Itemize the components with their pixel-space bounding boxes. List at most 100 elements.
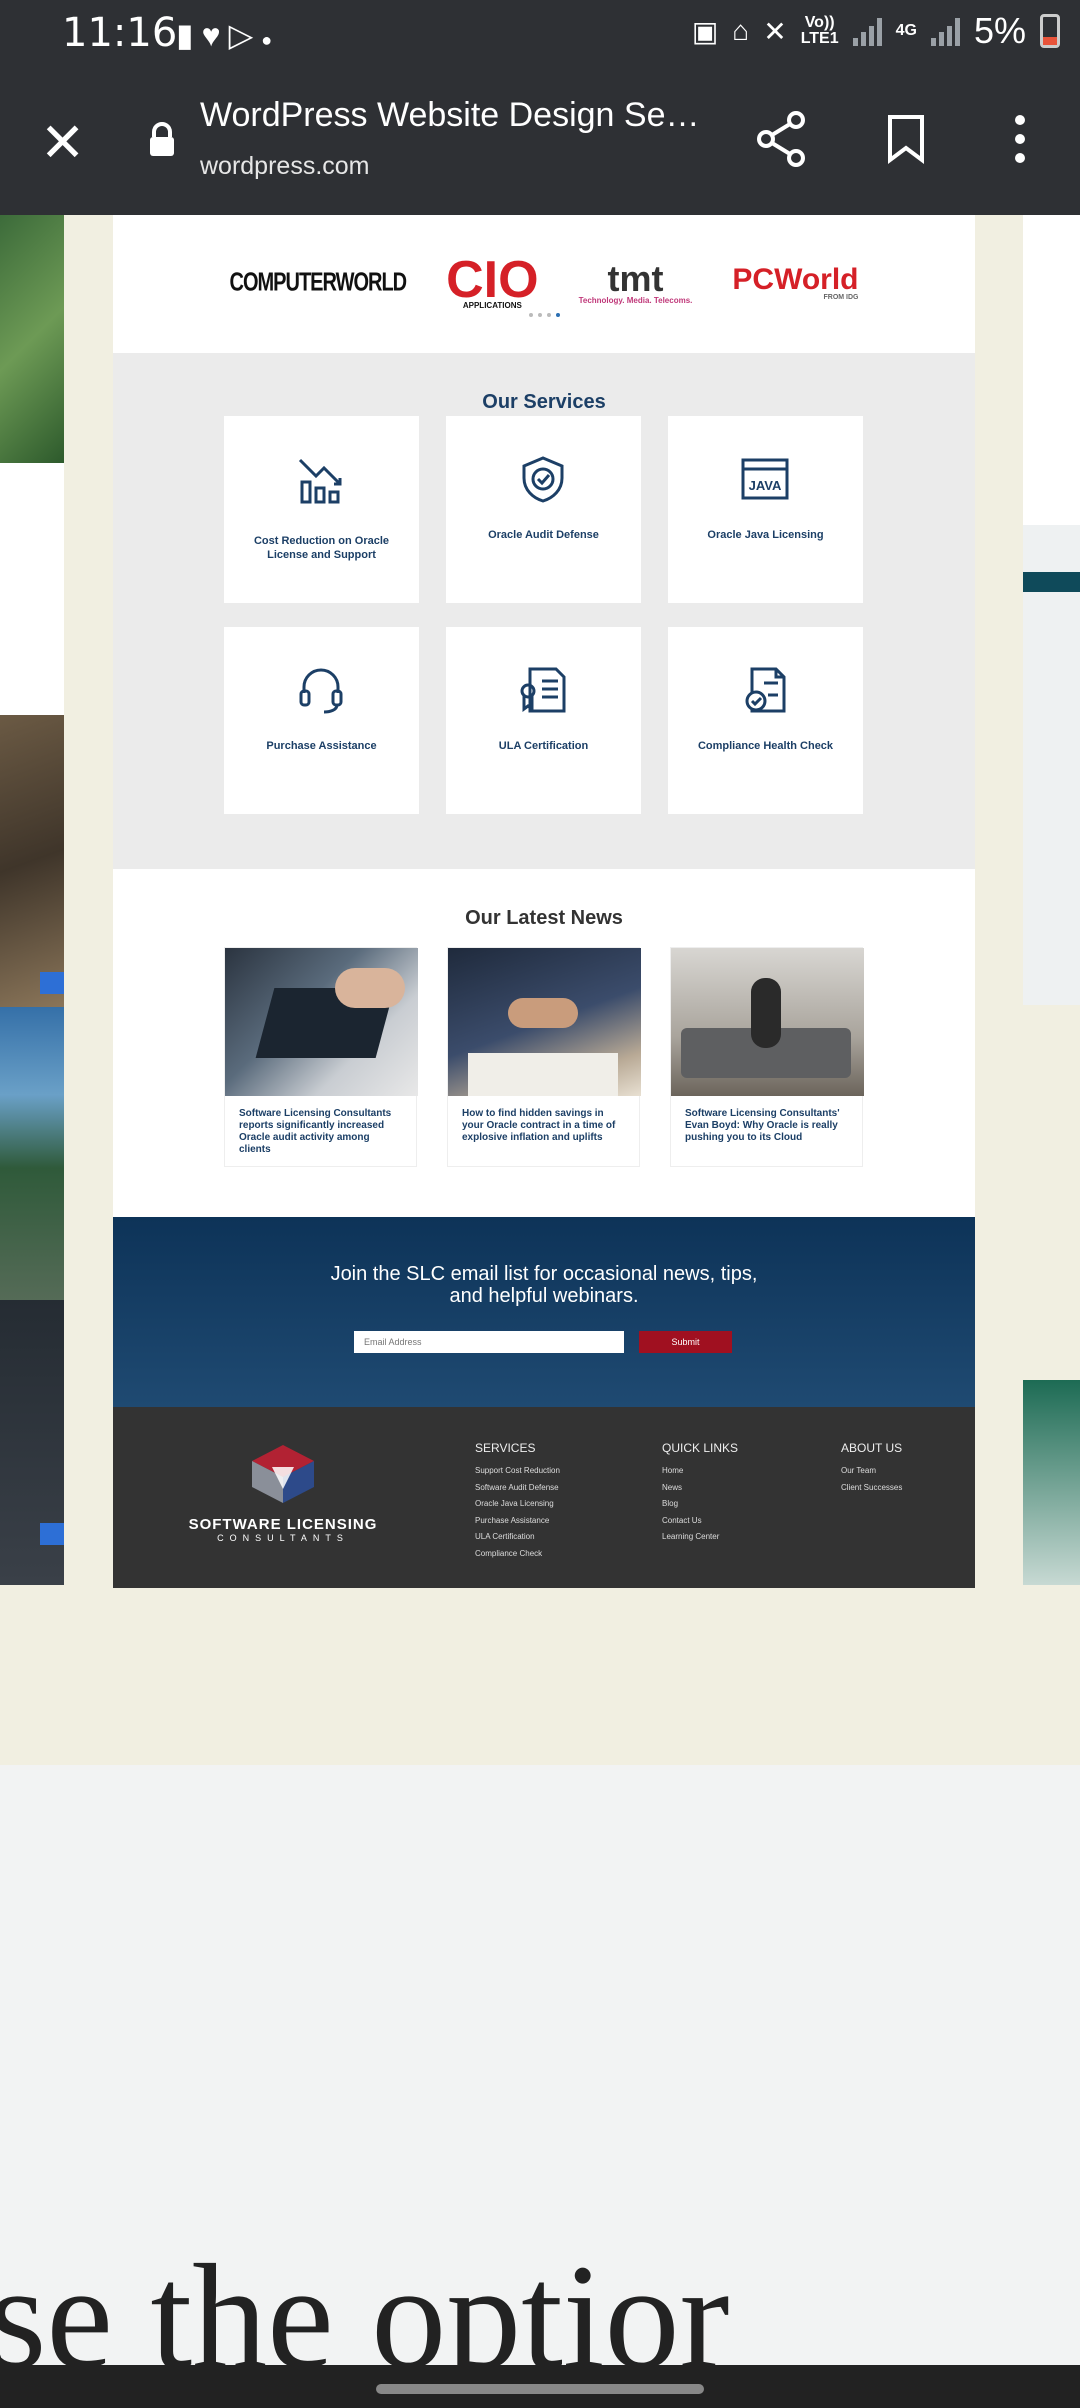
carousel-dots[interactable] [529,313,560,317]
java-icon: JAVA [741,458,789,500]
footer-link[interactable]: Compliance Check [475,1546,560,1563]
gesture-handle[interactable] [376,2384,704,2394]
news-caption: How to find hidden savings in your Oracl… [462,1108,616,1143]
system-icons: ▣ ⌂ ✕ Vo)) LTE1 4G 5% [692,10,1060,52]
news-card-3[interactable]: Software Licensing Consultants' Evan Boy… [670,947,864,1167]
footer-link[interactable]: Software Audit Defense [475,1480,560,1497]
news-caption: Software Licensing Consultants' Evan Boy… [685,1108,840,1143]
custom-tab-toolbar: ✕ WordPress Website Design Ser... wordpr… [0,70,1080,215]
right-green-image [1023,1380,1080,1585]
right-preview-strip[interactable] [1023,215,1080,1585]
pcworld-logo: PCWorld FROM IDG [732,262,859,301]
rock-image [0,715,64,1007]
right-header-bar [1023,572,1080,592]
footer-link[interactable]: Learning Center [662,1529,738,1546]
service-card-java-licensing[interactable]: JAVA Oracle Java Licensing [668,416,863,603]
footer-link[interactable]: Our Team [841,1463,902,1480]
news-image-handshake [448,948,641,1096]
document-check-icon [745,667,786,713]
email-input[interactable] [354,1331,624,1353]
news-card-1[interactable]: Software Licensing Consultants reports s… [224,947,418,1167]
site-preview[interactable]: COMPUTERWORLD CIO APPLICATIONS tmt Technol… [113,215,975,1588]
partial-heading: se the optior [0,2234,730,2365]
service-label: ULA Certification [498,740,589,752]
service-card-ula-certification[interactable]: ULA Certification [446,627,641,814]
dot-icon: ● [261,30,281,50]
certificate-icon [520,667,566,713]
brand-sub: CONSULTANTS [217,1533,349,1543]
footer-link[interactable]: Purchase Assistance [475,1513,560,1530]
page-url[interactable]: wordpress.com [200,152,370,181]
arrow-button-1[interactable] [40,972,64,994]
navigation-bar [0,2365,1080,2408]
brand-name: SOFTWARE LICENSING [188,1516,378,1533]
footer-services: SERVICES Support Cost Reduction Software… [475,1441,560,1562]
footer-heading: ABOUT US [841,1441,903,1455]
share-icon[interactable] [756,110,808,168]
footer-link[interactable]: Client Successes [841,1480,902,1497]
page-title[interactable]: WordPress Website Design Ser... [200,96,700,135]
computerworld-logo: COMPUTERWORLD [229,268,408,298]
footer-link[interactable]: Home [662,1463,738,1480]
battery-saver-icon: ▣ [691,15,719,47]
status-bar: 11:16 ▮♥▷● ▣ ⌂ ✕ Vo)) LTE1 4G 5% [0,0,1080,70]
play-store-icon: ▷ [228,17,262,53]
footer-about: ABOUT US Our Team Client Successes [841,1441,902,1496]
news-caption: Software Licensing Consultants reports s… [239,1108,392,1155]
pocket-icon: ♥ [201,17,229,53]
shield-check-icon [522,456,564,503]
news-section: Our Latest News Software Licensing Consu… [113,869,975,1217]
right-blank [1023,215,1080,525]
footer-quick-links: QUICK LINKS Home News Blog Contact Us Le… [662,1441,738,1546]
battery-icon [1040,14,1060,48]
news-title: Our Latest News [465,907,623,929]
arrow-button-2[interactable] [40,1523,64,1545]
service-card-audit-defense[interactable]: Oracle Audit Defense [446,416,641,603]
news-image-laptop [225,948,418,1096]
footer-link[interactable]: Blog [662,1496,738,1513]
cio-logo: CIO APPLICATIONS [446,250,539,310]
footer-heading: SERVICES [475,1441,536,1455]
alert-icon: ▮ [176,17,202,53]
submit-button[interactable]: Submit [639,1331,732,1353]
service-label: Cost Reduction on Oracle License and Sup… [253,535,390,561]
more-options-icon[interactable] [1012,114,1028,164]
blank-section [0,463,64,715]
lock-icon [150,122,174,156]
footer-link[interactable]: Oracle Java Licensing [475,1496,560,1513]
signal-icon-2 [930,16,960,46]
left-preview-strip[interactable] [0,215,64,1585]
slc-logo[interactable]: SOFTWARE LICENSING CONSULTANTS [183,1443,383,1543]
chart-down-icon [298,458,342,504]
mute-icon: ✕ [763,15,787,47]
lake-image [0,1007,64,1300]
bookmark-icon[interactable] [886,114,926,164]
close-icon[interactable]: ✕ [40,116,85,170]
network-4g: 4G [895,22,917,39]
services-title: Our Services [482,391,606,413]
services-section: Our Services Cost Reduction on Oracle Li… [113,353,975,869]
service-card-purchase-assistance[interactable]: Purchase Assistance [224,627,419,814]
service-card-cost-reduction[interactable]: Cost Reduction on Oracle License and Sup… [224,416,419,603]
service-card-compliance-health-check[interactable]: Compliance Health Check [668,627,863,814]
cube-logo-icon [252,1445,314,1503]
lower-section: se the optior [0,1765,1080,2365]
service-label: Oracle Java Licensing [707,529,824,541]
footer-link[interactable]: Support Cost Reduction [475,1463,560,1480]
footer-link[interactable]: News [662,1480,738,1497]
footer-link[interactable]: Contact Us [662,1513,738,1530]
headset-icon [299,668,343,714]
bed-icon: ⌂ [732,15,750,46]
right-panel [1023,525,1080,1005]
service-label: Compliance Health Check [697,740,834,752]
footer-heading: QUICK LINKS [662,1441,739,1455]
news-image-office [671,948,864,1096]
service-label: Purchase Assistance [266,740,377,752]
press-logos: COMPUTERWORLD CIO APPLICATIONS tmt Technol… [113,215,975,352]
notification-icons: ▮♥▷● [176,16,280,54]
volte-indicator: Vo)) LTE1 [800,14,839,47]
tmt-logo: tmt Technology. Media. Telecoms. [578,257,693,305]
news-card-2[interactable]: How to find hidden savings in your Oracl… [447,947,641,1167]
footer-link[interactable]: ULA Certification [475,1529,560,1546]
service-label: Oracle Audit Defense [488,529,599,541]
